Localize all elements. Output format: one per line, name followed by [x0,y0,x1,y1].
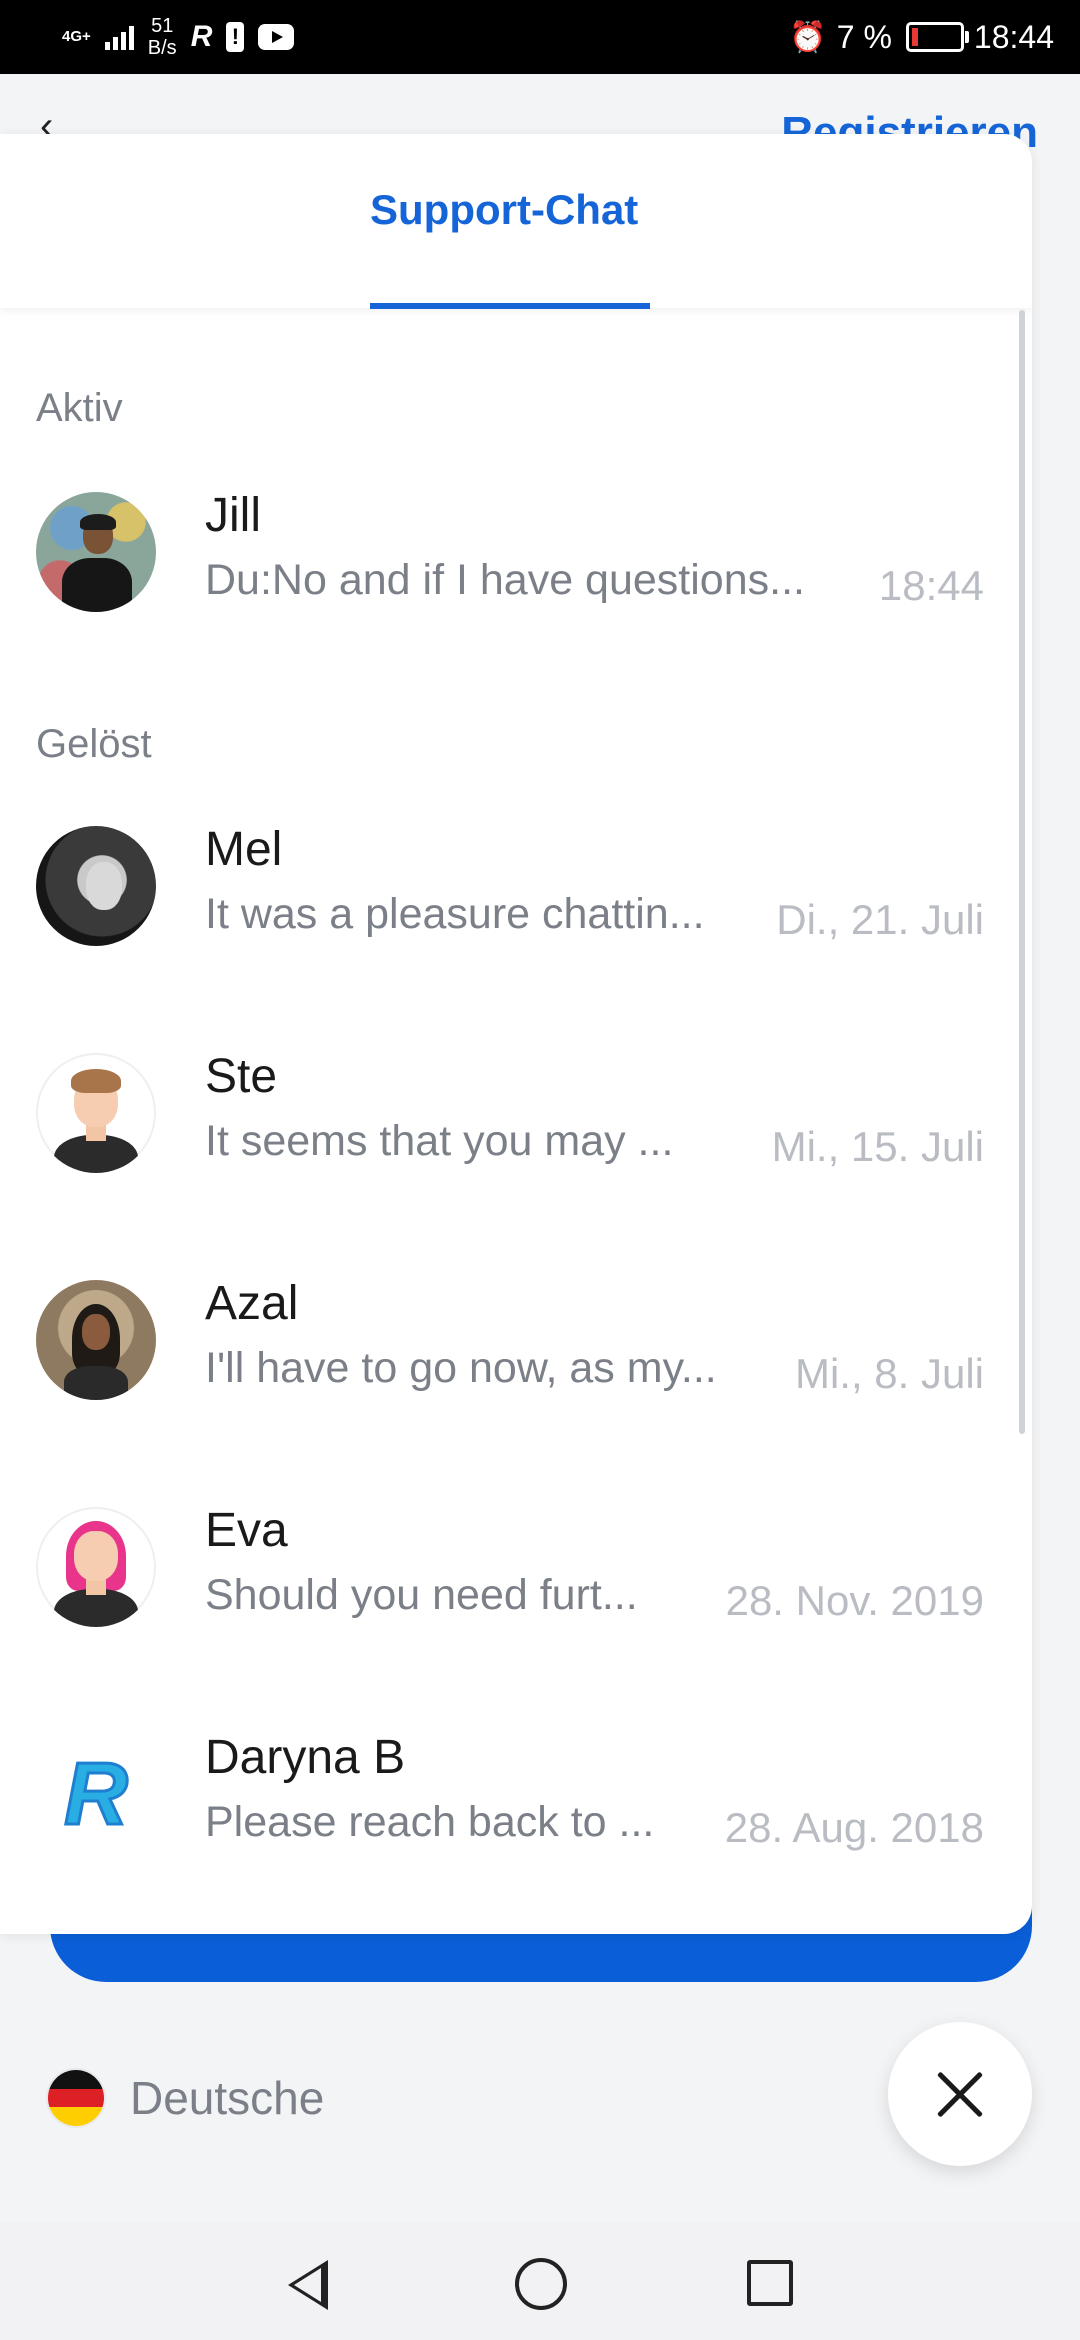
alarm-icon: ⏰ [789,20,827,54]
status-time: 18:44 [973,18,1054,55]
chat-item-name: Jill [205,489,261,542]
speed-unit: B/s [147,37,177,59]
chat-item-preview: I'll have to go now, as my... [205,1344,717,1392]
chat-item-time: 28. Nov. 2019 [725,1577,984,1624]
chat-item-time: Mi., 15. Juli [771,1123,984,1170]
speed-value: 51 [151,15,174,37]
status-right: ⏰ 7 % 18:44 [789,14,1054,60]
chat-item-preview: It seems that you may ... [205,1117,674,1165]
youtube-notification-icon [258,24,295,50]
chat-item-name: Daryna B [205,1731,406,1784]
chat-item-mel[interactable]: Mel It was a pleasure chattin... Di., 21… [0,804,1000,964]
close-chat-button[interactable] [888,2022,1032,2166]
avatar [36,1507,156,1627]
avatar [36,826,156,946]
language-label: Deutsche [130,2072,325,2124]
nav-recents-icon[interactable] [747,2260,793,2306]
chat-item-ste[interactable]: Ste It seems that you may ... Mi., 15. J… [0,1031,1000,1191]
tab-support-chat[interactable]: Support-Chat [370,186,638,234]
nav-home-icon[interactable] [515,2258,567,2310]
german-flag-icon [48,2070,104,2126]
signal-icon [104,24,134,50]
chat-item-time: 18:44 [878,562,984,609]
nav-back-icon[interactable] [288,2260,328,2310]
chat-item-time: 28. Aug. 2018 [724,1804,984,1851]
battery-icon [905,22,969,52]
support-chat-panel: Support-Chat Aktiv Jill Du:No and if I h… [0,134,1032,1934]
scrollbar[interactable] [1019,310,1025,1434]
chat-item-time: Mi., 8. Juli [794,1350,984,1397]
tab-indicator [370,303,650,309]
status-left: 4G+ 51 B/s R ! [62,14,295,60]
battery-percent: 7 % [836,18,892,55]
status-bar: 4G+ 51 B/s R ! ⏰ 7 % 18:44 [0,0,1080,74]
avatar [36,1280,156,1400]
alert-notification-icon: ! [226,22,245,52]
chat-item-daryna[interactable]: R Daryna B Please reach back to ... 28. … [0,1712,1000,1872]
chat-item-name: Ste [205,1050,278,1103]
chat-item-preview: Du:No and if I have questions... [205,556,805,604]
section-resolved: Gelöst [36,722,152,766]
avatar [36,492,156,612]
revolut-logo-icon: R [36,1734,156,1854]
chat-item-time: Di., 21. Juli [776,896,984,943]
language-selector[interactable]: Deutsche [48,2070,324,2126]
chat-item-jill[interactable]: Jill Du:No and if I have questions... 18… [0,470,1000,630]
chat-item-azal[interactable]: Azal I'll have to go now, as my... Mi., … [0,1258,1000,1418]
section-active: Aktiv [36,386,123,430]
chat-item-name: Mel [205,823,283,876]
network-speed: 51 B/s [148,15,177,59]
chat-item-preview: Should you need furt... [205,1571,638,1619]
system-nav-bar [0,2222,1080,2340]
chat-header: Support-Chat [0,134,1032,309]
chat-item-name: Azal [205,1277,299,1330]
chat-item-preview: Please reach back to ... [205,1798,655,1846]
chat-item-name: Eva [205,1504,288,1557]
chat-item-eva[interactable]: Eva Should you need furt... 28. Nov. 201… [0,1485,1000,1645]
network-type: 4G+ [62,28,91,45]
avatar [36,1053,156,1173]
revolut-notification-icon: R [190,20,213,53]
chat-item-preview: It was a pleasure chattin... [205,890,705,938]
